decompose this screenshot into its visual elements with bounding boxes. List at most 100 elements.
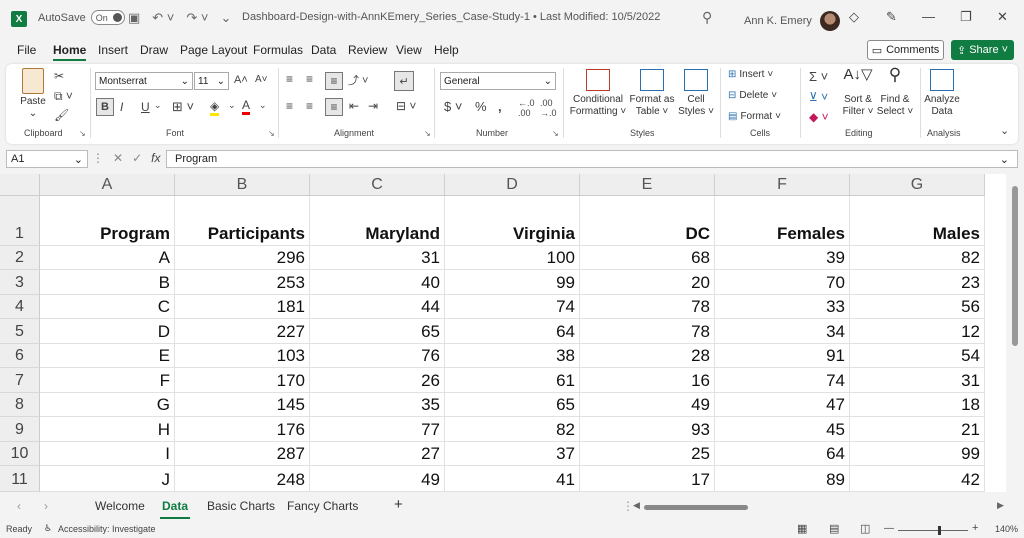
select-all-corner[interactable]: [0, 174, 40, 196]
table-cell[interactable]: 45: [715, 417, 850, 442]
table-cell[interactable]: 78: [580, 295, 715, 319]
decrease-decimal-icon[interactable]: .00 →.0: [540, 98, 557, 118]
zoom-level[interactable]: 140%: [995, 524, 1018, 534]
scroll-right-icon[interactable]: ▶: [997, 500, 1004, 511]
font-name-select[interactable]: Montserrat ⌄: [95, 72, 193, 90]
close-icon[interactable]: ✕: [997, 9, 1008, 25]
zoom-slider-thumb[interactable]: [938, 526, 941, 535]
table-cell[interactable]: 65: [445, 393, 580, 417]
table-cell[interactable]: 78: [580, 319, 715, 344]
number-format-select[interactable]: General ⌄: [440, 72, 556, 90]
font-size-select[interactable]: 11 ⌄: [194, 72, 229, 90]
table-cell[interactable]: 40: [310, 270, 445, 295]
wrap-text-icon[interactable]: ↵: [394, 71, 414, 91]
autosave-control[interactable]: AutoSave On: [38, 10, 125, 25]
diamond-icon[interactable]: ◇: [849, 9, 859, 25]
insert-button[interactable]: ⊞ Insert ˅: [728, 69, 773, 80]
dialog-launcher-icon[interactable]: ↘: [268, 129, 275, 138]
table-cell[interactable]: 54: [850, 344, 985, 368]
table-cell[interactable]: 70: [715, 270, 850, 295]
prev-sheet-icon[interactable]: ‹: [17, 499, 21, 513]
vertical-scrollbar[interactable]: [1006, 174, 1024, 492]
find-select-button[interactable]: ⚲ Find & Select ˅: [876, 66, 914, 118]
table-cell[interactable]: E: [40, 344, 175, 368]
scroll-thumb[interactable]: [644, 505, 748, 510]
tab-view[interactable]: View: [396, 43, 422, 57]
table-cell[interactable]: 103: [175, 344, 310, 368]
cell-styles-button[interactable]: Cell Styles ˅: [676, 69, 716, 118]
row-header-1[interactable]: 1: [0, 196, 40, 246]
table-cell[interactable]: 49: [310, 466, 445, 492]
tab-draw[interactable]: Draw: [140, 43, 168, 57]
table-cell[interactable]: 176: [175, 417, 310, 442]
customize-qat-icon[interactable]: ⌄: [221, 10, 232, 26]
comma-style-icon[interactable]: ,: [498, 99, 502, 114]
table-cell[interactable]: D: [40, 319, 175, 344]
more-options-icon[interactable]: ⋮: [92, 151, 104, 165]
currency-icon[interactable]: $ ˅: [444, 99, 462, 114]
column-title-cell[interactable]: Virginia: [445, 196, 580, 246]
bold-button[interactable]: B: [96, 98, 114, 116]
align-right-icon[interactable]: ≡: [325, 98, 343, 116]
row-header-2[interactable]: 2: [0, 246, 40, 270]
zoom-out-icon[interactable]: —: [884, 523, 894, 534]
table-cell[interactable]: 18: [850, 393, 985, 417]
table-cell[interactable]: 68: [580, 246, 715, 270]
scroll-thumb[interactable]: [1012, 186, 1018, 346]
column-header-a[interactable]: A: [40, 174, 175, 196]
table-cell[interactable]: 227: [175, 319, 310, 344]
table-cell[interactable]: 89: [715, 466, 850, 492]
row-header-8[interactable]: 8: [0, 393, 40, 417]
sheet-tab-data[interactable]: Data: [159, 499, 191, 519]
tab-help[interactable]: Help: [434, 43, 459, 57]
table-cell[interactable]: 74: [715, 368, 850, 393]
cut-icon[interactable]: ✂: [54, 69, 64, 83]
dialog-launcher-icon[interactable]: ↘: [424, 129, 431, 138]
table-cell[interactable]: 99: [445, 270, 580, 295]
table-cell[interactable]: I: [40, 442, 175, 466]
table-cell[interactable]: 76: [310, 344, 445, 368]
autosave-toggle[interactable]: On: [90, 10, 125, 25]
table-cell[interactable]: H: [40, 417, 175, 442]
avatar[interactable]: [819, 11, 840, 31]
table-cell[interactable]: 20: [580, 270, 715, 295]
dialog-launcher-icon[interactable]: ↘: [552, 129, 559, 138]
table-cell[interactable]: 12: [850, 319, 985, 344]
tab-home[interactable]: Home: [53, 43, 87, 61]
table-cell[interactable]: 296: [175, 246, 310, 270]
column-title-cell[interactable]: Maryland: [310, 196, 445, 246]
table-cell[interactable]: 38: [445, 344, 580, 368]
tab-insert[interactable]: Insert: [98, 43, 128, 57]
column-header-d[interactable]: D: [445, 174, 580, 196]
underline-button[interactable]: U: [141, 100, 150, 114]
table-cell[interactable]: 33: [715, 295, 850, 319]
column-header-f[interactable]: F: [715, 174, 850, 196]
column-header-b[interactable]: B: [175, 174, 310, 196]
increase-font-icon[interactable]: A˄: [234, 74, 248, 86]
table-cell[interactable]: 170: [175, 368, 310, 393]
column-header-e[interactable]: E: [580, 174, 715, 196]
table-cell[interactable]: 49: [580, 393, 715, 417]
name-box[interactable]: A1 ⌄: [6, 150, 88, 168]
clear-icon[interactable]: ◆ ˅: [809, 110, 829, 124]
column-header-g[interactable]: G: [850, 174, 985, 196]
table-cell[interactable]: 25: [580, 442, 715, 466]
align-bottom-icon[interactable]: ≡: [325, 72, 343, 90]
format-painter-icon[interactable]: 🖌: [54, 108, 69, 122]
tab-formulas[interactable]: Formulas: [253, 43, 303, 57]
enter-icon[interactable]: ✓: [132, 151, 142, 165]
table-cell[interactable]: F: [40, 368, 175, 393]
autosum-icon[interactable]: Σ ˅: [809, 69, 828, 84]
table-cell[interactable]: 145: [175, 393, 310, 417]
page-break-view-icon[interactable]: ◫: [860, 522, 870, 535]
redo-icon[interactable]: ↷ ˅: [186, 10, 208, 26]
table-cell[interactable]: 16: [580, 368, 715, 393]
table-cell[interactable]: 64: [715, 442, 850, 466]
table-cell[interactable]: J: [40, 466, 175, 492]
analyze-data-button[interactable]: Analyze Data: [924, 69, 960, 118]
search-icon[interactable]: ⚲: [702, 9, 712, 26]
expand-formula-icon[interactable]: ⌄: [1000, 153, 1009, 166]
table-cell[interactable]: 39: [715, 246, 850, 270]
table-cell[interactable]: 21: [850, 417, 985, 442]
table-cell[interactable]: A: [40, 246, 175, 270]
